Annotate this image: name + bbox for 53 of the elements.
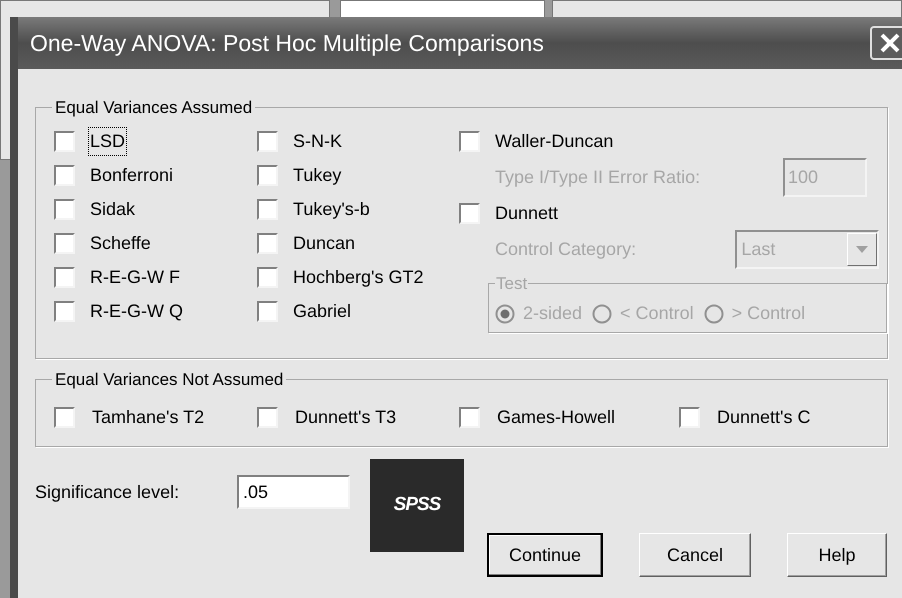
dialog-button[interactable]: Help xyxy=(787,533,887,577)
checkbox[interactable] xyxy=(54,131,75,152)
checkbox[interactable] xyxy=(257,301,278,322)
checkbox[interactable] xyxy=(257,131,278,152)
dialog-button[interactable]: Cancel xyxy=(639,533,751,577)
checkbox[interactable] xyxy=(54,165,75,186)
logo: SPSS xyxy=(370,459,464,552)
checkbox[interactable] xyxy=(459,131,480,152)
field-label: Significance level: xyxy=(35,480,180,504)
checkbox-label: R-E-G-W F xyxy=(89,266,181,289)
checkbox[interactable] xyxy=(257,407,278,428)
checkbox[interactable] xyxy=(54,233,75,254)
close-icon xyxy=(879,32,901,54)
checkbox-label: Sidak xyxy=(89,198,136,221)
checkbox[interactable] xyxy=(459,203,480,224)
checkbox-label: Tamhane's T2 xyxy=(91,406,206,429)
checkbox-label: Dunnett's C xyxy=(716,406,812,429)
group-label: Equal Variances Not Assumed xyxy=(54,369,284,391)
checkbox-label: Duncan xyxy=(292,232,356,255)
checkbox[interactable] xyxy=(679,407,700,428)
checkbox-label: Games-Howell xyxy=(496,406,616,429)
checkbox-label: Gabriel xyxy=(292,300,352,323)
checkbox-label: S-N-K xyxy=(292,130,343,153)
field-label: Type I/Type II Error Ratio: xyxy=(495,166,702,189)
close-button[interactable] xyxy=(870,26,902,60)
significance-field[interactable]: .05 xyxy=(237,475,350,509)
radio-label: < Control xyxy=(620,302,694,325)
radio-label: 2-sided xyxy=(523,302,582,325)
group-label: Test xyxy=(495,272,528,294)
group-label: Equal Variances Assumed xyxy=(54,97,254,119)
checkbox[interactable] xyxy=(257,233,278,254)
checkbox-label: Bonferroni xyxy=(89,164,174,187)
field-label: Control Category: xyxy=(495,238,638,261)
checkbox-label: Waller-Duncan xyxy=(494,130,614,153)
checkbox-label: Scheffe xyxy=(89,232,152,255)
checkbox[interactable] xyxy=(459,407,480,428)
checkbox[interactable] xyxy=(257,165,278,186)
checkbox-label: Dunnett's T3 xyxy=(294,406,398,429)
radio-label: > Control xyxy=(732,302,806,325)
checkbox[interactable] xyxy=(257,267,278,288)
checkbox-label: Tukey's-b xyxy=(292,198,371,221)
checkbox-label: Dunnett xyxy=(494,202,560,225)
checkbox-label: Hochberg's GT2 xyxy=(292,266,424,289)
checkbox[interactable] xyxy=(54,301,75,322)
checkbox[interactable] xyxy=(257,199,278,220)
checkbox[interactable] xyxy=(54,267,75,288)
checkbox[interactable] xyxy=(54,199,75,220)
window-title: One-Way ANOVA: Post Hoc Multiple Comparisons xyxy=(30,28,544,58)
checkbox[interactable] xyxy=(54,407,75,428)
checkbox-label: R-E-G-W Q xyxy=(89,300,184,323)
checkbox-label: LSD xyxy=(89,128,126,155)
checkbox-label: Tukey xyxy=(292,164,342,187)
dialog-button[interactable]: Continue xyxy=(487,533,603,577)
